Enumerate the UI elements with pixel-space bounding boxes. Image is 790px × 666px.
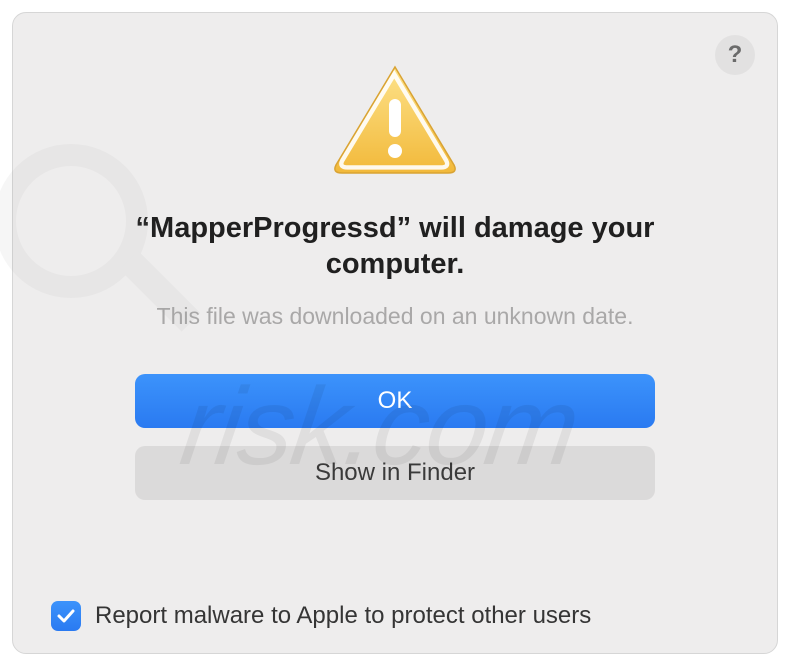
report-checkbox-row: Report malware to Apple to protect other… <box>51 601 591 631</box>
checkmark-icon <box>56 606 76 626</box>
button-group: OK Show in Finder <box>135 374 655 500</box>
alert-dialog: risk.com ? “MapperProgressd” will damage… <box>12 12 778 654</box>
report-checkbox-label: Report malware to Apple to protect other… <box>95 602 591 630</box>
show-in-finder-button[interactable]: Show in Finder <box>135 446 655 500</box>
ok-button[interactable]: OK <box>135 374 655 428</box>
show-in-finder-label: Show in Finder <box>315 459 475 487</box>
help-icon-label: ? <box>728 41 743 69</box>
ok-button-label: OK <box>378 387 413 415</box>
dialog-subtitle: This file was downloaded on an unknown d… <box>157 303 634 330</box>
help-button[interactable]: ? <box>715 35 755 75</box>
report-checkbox[interactable] <box>51 601 81 631</box>
warning-icon <box>330 61 460 182</box>
dialog-title: “MapperProgressd” will damage your compu… <box>115 210 675 283</box>
